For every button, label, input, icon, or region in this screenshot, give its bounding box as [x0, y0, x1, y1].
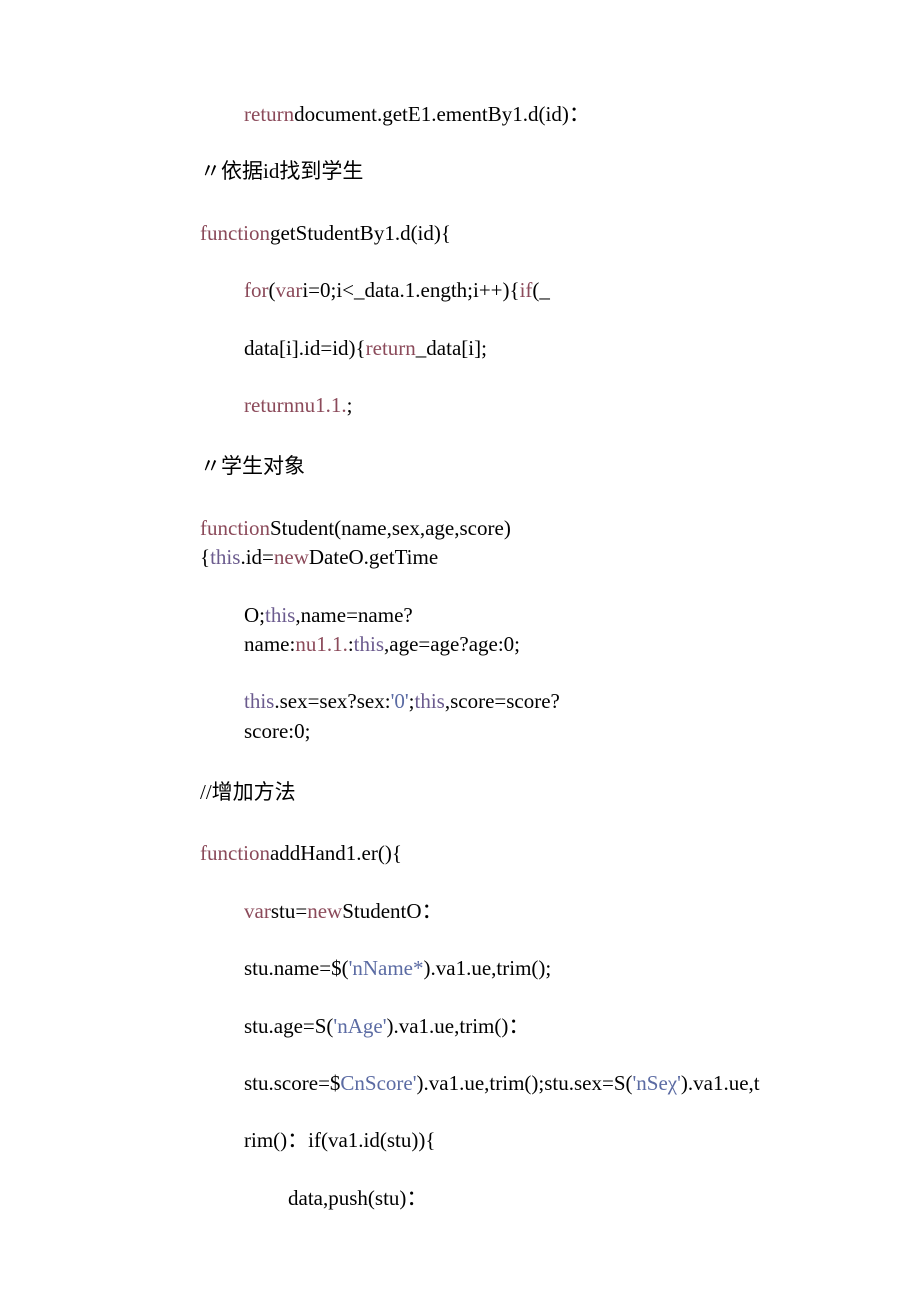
code-token: 'nName* — [349, 956, 424, 980]
code-token: O; — [244, 603, 265, 627]
code-token: var — [244, 899, 271, 923]
code-token: .sex=sex?sex: — [274, 689, 390, 713]
code-line: this.sex=sex?sex:'0';this,score=score?sc… — [200, 687, 600, 746]
document-page: returndocument.getE1.ementBy1.d(id)：〃依据i… — [0, 0, 660, 1301]
code-token: .id= — [240, 545, 273, 569]
code-line: //增加方法 — [200, 778, 600, 807]
code-token: function — [200, 221, 270, 245]
code-line: functionaddHand1.er(){ — [200, 839, 600, 868]
code-token: i=0;i<_data.1.ength;i++){ — [302, 278, 519, 302]
code-line: stu.score=$CnScore').va1.ue,trim();stu.s… — [200, 1069, 600, 1098]
code-token: stu= — [271, 899, 307, 923]
code-token: function — [200, 516, 270, 540]
code-token: new — [307, 899, 342, 923]
code-token: ).va1.ue,trim()： — [386, 1014, 529, 1038]
code-line: rim()：if(va1.id(stu)){ — [200, 1126, 600, 1155]
code-token: document.getE1.ementBy1.d(id)： — [294, 102, 590, 126]
code-token: 'nSeχ' — [633, 1071, 681, 1095]
code-line: 〃学生对象 — [200, 452, 600, 481]
code-token: ).va1.ue,trim();stu.sex=S( — [417, 1071, 633, 1095]
code-token: rim()：if(va1.id(stu)){ — [244, 1128, 435, 1152]
code-token: nu1.1. — [295, 632, 348, 656]
code-token: getStudentBy1.d(id){ — [270, 221, 451, 245]
code-token: function — [200, 841, 270, 865]
code-token: (_ — [532, 278, 550, 302]
code-token: data,push(stu)： — [288, 1186, 427, 1210]
code-token: stu.name=$( — [244, 956, 349, 980]
code-line: stu.name=$('nName*).va1.ue,trim(); — [200, 954, 600, 983]
code-line: returndocument.getE1.ementBy1.d(id)： — [200, 100, 600, 129]
code-token: ( — [269, 278, 276, 302]
code-line: varstu=newStudentO： — [200, 897, 600, 926]
code-token: CnScore' — [340, 1071, 416, 1095]
code-line: 〃依据id找到学生 — [200, 157, 600, 186]
code-token: 〃学生对象 — [200, 454, 305, 478]
code-token: _data[i]; — [416, 336, 487, 360]
code-block: returndocument.getE1.ementBy1.d(id)：〃依据i… — [200, 100, 600, 1213]
code-token: 'nAge' — [333, 1014, 386, 1038]
code-line: for(vari=0;i<_data.1.ength;i++){if(_ — [200, 276, 600, 305]
code-token: DateO.getTime — [309, 545, 438, 569]
code-token: stu.age=S( — [244, 1014, 333, 1038]
code-token: StudentO： — [342, 899, 442, 923]
code-token: returnnu1.1. — [244, 393, 347, 417]
code-token: addHand1.er(){ — [270, 841, 402, 865]
code-token: return — [244, 102, 294, 126]
code-line: stu.age=S('nAge').va1.ue,trim()： — [200, 1012, 600, 1041]
code-token: ,age=age?age:0; — [384, 632, 520, 656]
code-token: return — [366, 336, 416, 360]
code-token: this — [210, 545, 240, 569]
code-token: data[i].id=id){ — [244, 336, 366, 360]
code-token: ).va1.ue,trim(); — [424, 956, 552, 980]
code-line: returnnu1.1.; — [200, 391, 600, 420]
code-token: this — [415, 689, 445, 713]
code-token: for — [244, 278, 269, 302]
code-token: ; — [347, 393, 353, 417]
code-token: if — [520, 278, 533, 302]
code-token: this — [354, 632, 384, 656]
code-token: //增加方法 — [200, 780, 296, 804]
code-token: stu.score=$ — [244, 1071, 340, 1095]
code-line: data[i].id=id){return_data[i]; — [200, 334, 600, 363]
code-line: functionStudent(name,sex,age,score){this… — [200, 514, 600, 573]
code-token: this — [265, 603, 295, 627]
code-token: '0' — [391, 689, 409, 713]
code-token: this — [244, 689, 274, 713]
code-token: 〃依据id找到学生 — [200, 159, 363, 183]
code-token: ).va1.ue,t — [681, 1071, 760, 1095]
code-line: functiongetStudentBy1.d(id){ — [200, 219, 600, 248]
code-line: data,push(stu)： — [200, 1184, 600, 1213]
code-line: O;this,name=name?name:nu1.1.:this,age=ag… — [200, 601, 600, 660]
code-token: new — [274, 545, 309, 569]
code-token: var — [276, 278, 303, 302]
